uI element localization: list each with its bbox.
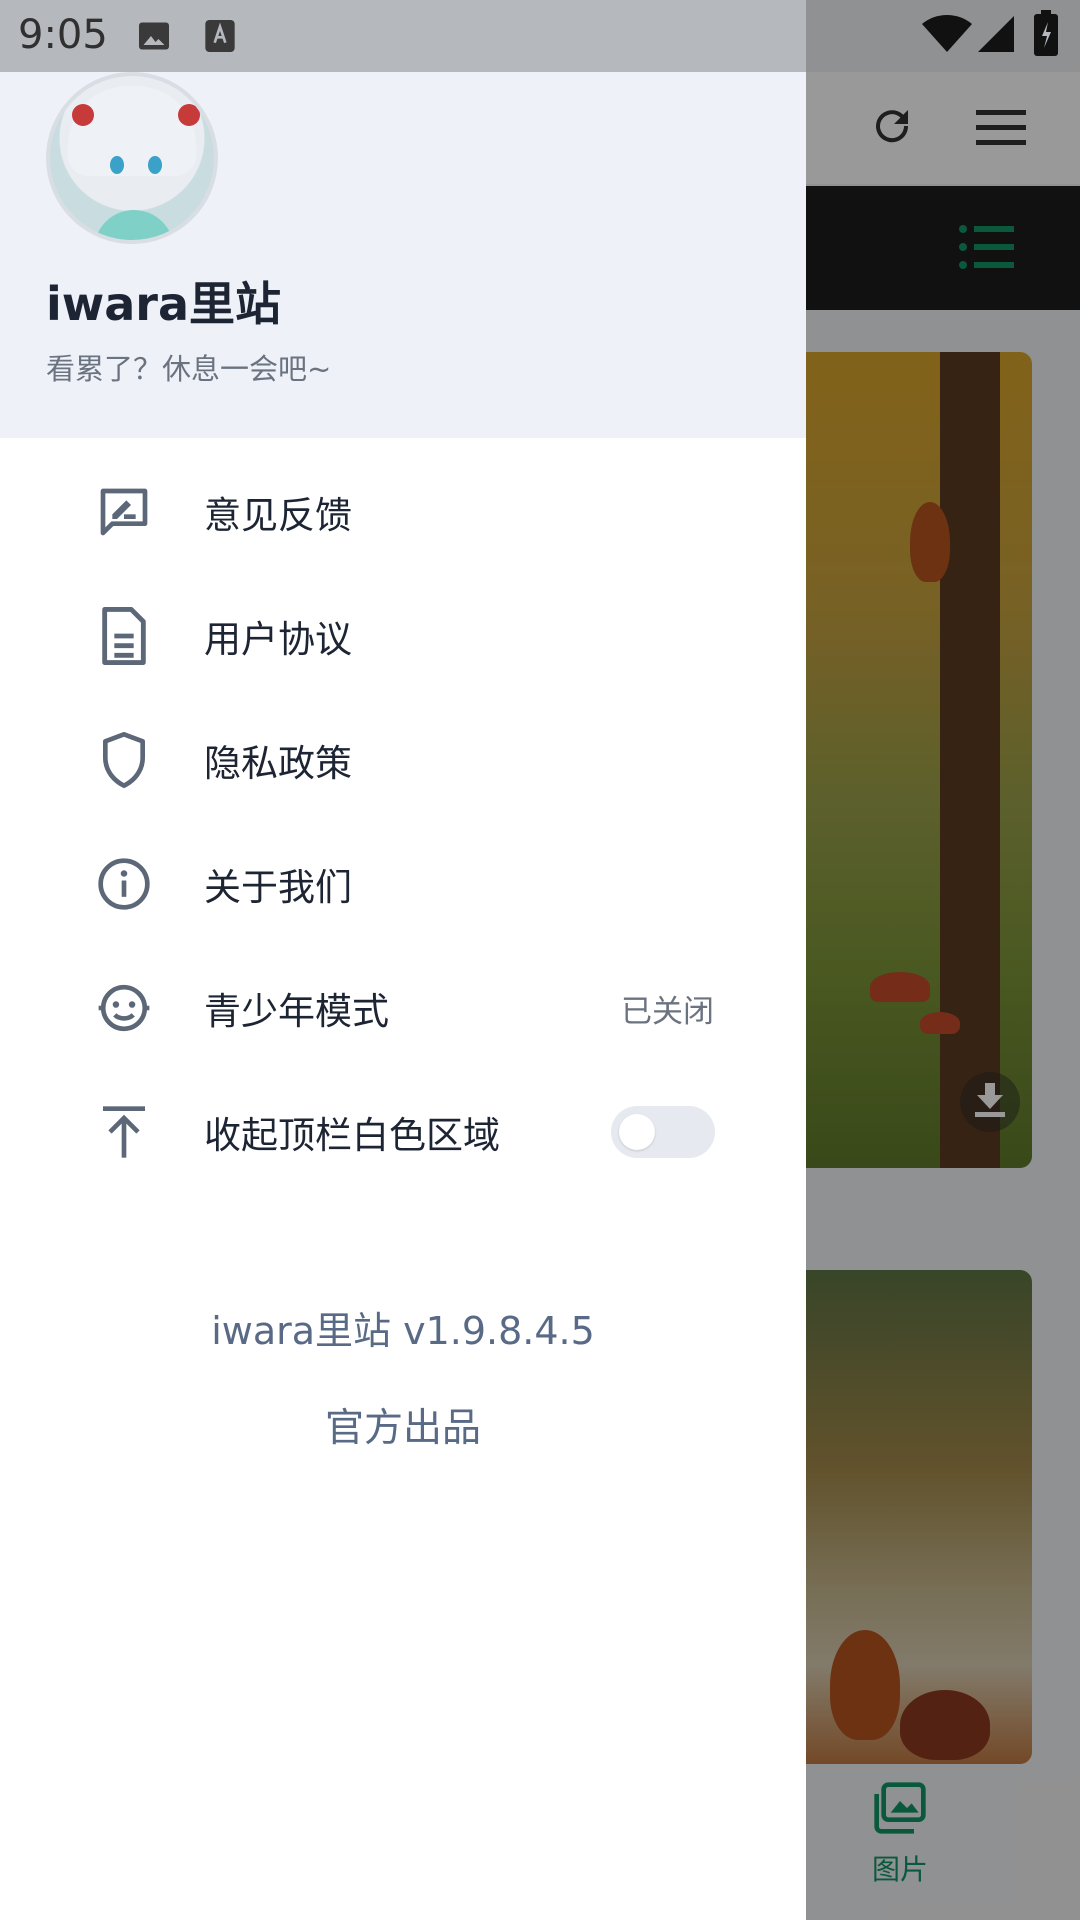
menu-item-user-agreement[interactable]: 用户协议 <box>0 574 806 698</box>
site-title: iwara里站 <box>46 277 282 331</box>
menu-item-teen-mode[interactable]: 青少年模式 已关闭 <box>0 946 806 1070</box>
battery-icon <box>1034 10 1058 60</box>
status-bar: 9:05 <box>0 0 806 72</box>
image-notification-icon <box>136 18 172 58</box>
menu-item-label: 关于我们 <box>204 866 352 909</box>
collapse-top-icon <box>94 1102 154 1162</box>
shield-icon <box>94 730 154 790</box>
menu-item-about-us[interactable]: 关于我们 <box>0 822 806 946</box>
feedback-icon <box>94 482 154 542</box>
drawer-header: iwara里站 看累了？休息一会吧~ <box>0 72 806 438</box>
side-drawer: iwara里站 看累了？休息一会吧~ 意见反馈 用户协议 隐私政策 关于我们 青… <box>0 72 806 1920</box>
info-icon <box>94 854 154 914</box>
menu-item-collapse-top-bar[interactable]: 收起顶栏白色区域 <box>0 1070 806 1194</box>
menu-item-label: 收起顶栏白色区域 <box>204 1114 500 1157</box>
official-label: 官方出品 <box>324 1406 481 1451</box>
collapse-top-toggle[interactable] <box>611 1106 715 1158</box>
status-time: 9:05 <box>18 12 108 58</box>
menu-item-privacy-policy[interactable]: 隐私政策 <box>0 698 806 822</box>
menu-item-label: 意见反馈 <box>204 494 352 537</box>
menu-item-feedback[interactable]: 意见反馈 <box>0 450 806 574</box>
cell-signal-icon <box>978 16 1014 56</box>
child-face-icon <box>94 978 154 1038</box>
wifi-icon <box>922 14 972 58</box>
avatar[interactable] <box>46 72 218 244</box>
teen-mode-status: 已关闭 <box>621 993 714 1030</box>
site-subtitle: 看累了？休息一会吧~ <box>46 352 332 386</box>
menu-item-label: 隐私政策 <box>204 742 352 785</box>
app-version: iwara里站 v1.9.8.4.5 <box>211 1309 595 1353</box>
keyboard-notification-icon <box>204 18 236 58</box>
menu-item-label: 青少年模式 <box>204 990 389 1033</box>
document-icon <box>94 606 154 666</box>
drawer-menu: 意见反馈 用户协议 隐私政策 关于我们 青少年模式 已关闭 收起顶栏白色区域 <box>0 450 806 1194</box>
toggle-knob <box>619 1114 655 1150</box>
menu-item-label: 用户协议 <box>204 618 352 661</box>
